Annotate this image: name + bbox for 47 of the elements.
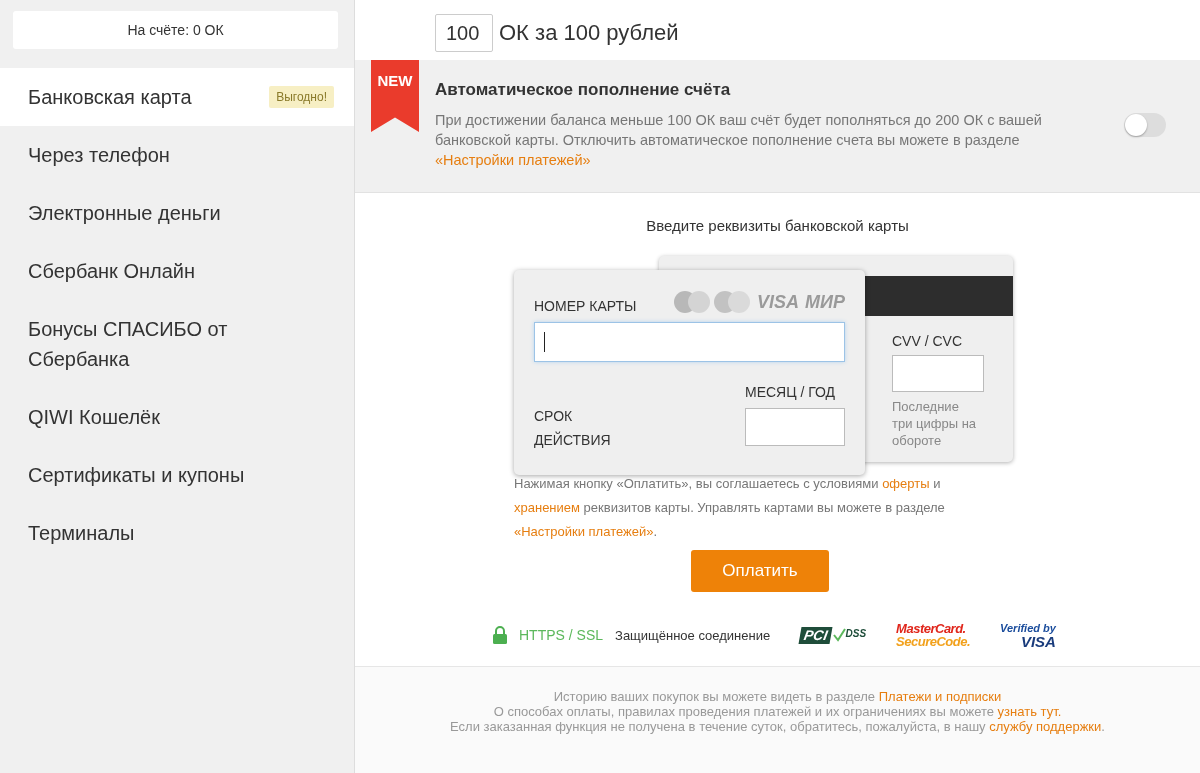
card-number-field[interactable]	[534, 322, 845, 362]
footer-text: Историю ваших покупок вы можете видеть в разделе Платежи и подписки	[552, 689, 1003, 704]
verified-by-logo: Verified by VISA	[1000, 622, 1056, 648]
amount-field[interactable]: 100	[435, 14, 493, 52]
card-form-heading: Введите реквизиты банковской карты	[645, 217, 910, 234]
payment-method-label: Банковская карта	[28, 85, 192, 110]
pci-dss-logo: PCI DSS	[800, 626, 867, 644]
expiry-field[interactable]	[745, 408, 845, 446]
payment-method-item[interactable]: Бонусы СПАСИБО от Сбербанка	[0, 300, 354, 388]
payment-method-label: Бонусы СПАСИБО от Сбербанка	[28, 317, 229, 372]
payment-method-label: QIWI Кошелёк	[28, 405, 160, 430]
payment-method-item[interactable]: Электронные деньги	[0, 184, 354, 242]
card-brand-label: МИР	[805, 291, 845, 313]
payment-method-label: Терминалы	[28, 521, 135, 546]
autopay-title: Автоматическое пополнение счёта	[435, 80, 732, 100]
payment-method-item[interactable]: Через телефон	[0, 126, 354, 184]
payment-method-label: Сертификаты и купоны	[28, 463, 245, 488]
payment-method-item[interactable]: QIWI Кошелёк	[0, 388, 354, 446]
overlapping-circles-icon	[673, 290, 712, 314]
expiry-label: СРОК ДЕЙСТВИЯ	[534, 407, 612, 450]
secure-connection-label: Защищённое соединение	[615, 627, 771, 643]
cvv-field[interactable]	[892, 355, 984, 392]
payment-method-label: Через телефон	[28, 143, 170, 168]
cvv-label: CVV / CVC	[892, 333, 963, 349]
balance-label: На счёте: 0 ОК	[13, 11, 338, 49]
securecode-logo: MasterCard. SecureCode.	[896, 622, 971, 648]
https-label: HTTPS / SSL	[519, 627, 604, 643]
new-ribbon: NEW	[371, 60, 419, 132]
payment-method-label: Электронные деньги	[28, 201, 221, 226]
payment-method-label: Сбербанк Онлайн	[28, 259, 195, 284]
card-number-label: НОМЕР КАРТЫ	[534, 298, 637, 314]
promo-badge: Выгодно!	[269, 86, 334, 108]
cvv-hint: Последние три цифры на обороте	[892, 398, 978, 449]
payment-method-item[interactable]: Терминалы	[0, 504, 354, 562]
amount-label: ОК за 100 рублей	[499, 20, 679, 46]
payment-method-item[interactable]: Банковская карта Выгодно!	[0, 68, 354, 126]
autopay-description: При достижении баланса меньше 100 ОК ваш счёт будет пополняться до 200 ОК с вашей банковской карты. Отключить автоматическое пополнение счета вы можете в разделе «Настройки платежей»	[435, 111, 1043, 170]
payment-method-item[interactable]: Сбербанк Онлайн	[0, 242, 354, 300]
card-brand-label: VISA	[757, 291, 800, 313]
footer-text: О способах оплаты, правилах проведения платежей и их ограничениях вы можете узнать тут.	[492, 704, 1063, 719]
month-year-label: МЕСЯЦ / ГОД	[745, 384, 837, 400]
payment-method-item[interactable]: Сертификаты и купоны	[0, 446, 354, 504]
overlapping-circles-icon	[713, 290, 752, 314]
footer-text: Если заказанная функция не получена в течение суток, обратитесь, пожалуйста, в нашу службу поддержки.	[449, 719, 1106, 734]
padlock-icon	[493, 626, 507, 644]
terms-text: Нажимая кнопку «Оплатить», вы соглашаетесь с условиями оферты и хранением реквизитов карты. Управлять картами вы можете в разделе «Настройки платежей».	[514, 475, 946, 541]
autopay-toggle[interactable]	[1124, 113, 1166, 137]
